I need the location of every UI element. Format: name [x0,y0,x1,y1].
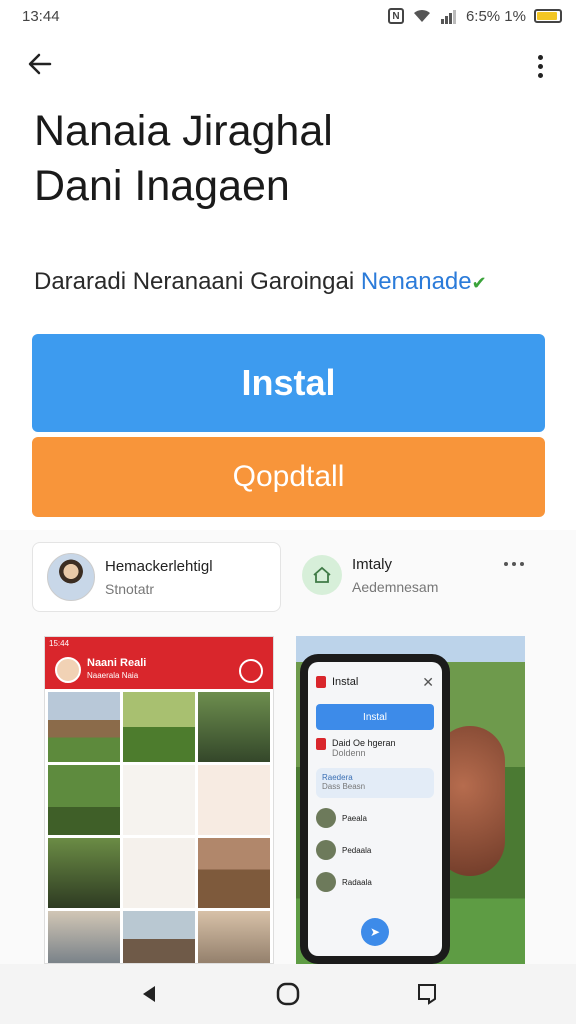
home-icon [302,555,342,595]
mock-list-item: Paeala [316,808,434,828]
arrow-left-icon [28,53,52,75]
photo-tile [48,692,120,762]
phone-mockup: Instal ✕ Instal Daid Oe hgeran Doldenn R… [300,654,450,964]
screenshot-title: Naani Reali [87,657,147,669]
nav-recents-button[interactable] [407,974,447,1014]
mock-header: Instal [332,676,359,688]
app-logo-icon [316,738,326,750]
photo-tile [198,765,270,835]
screenshot-time: 15:44 [49,639,70,648]
avatar [316,808,336,828]
mock-list-label: Paeala [342,813,367,823]
status-icons: N 6:5% 1% [387,7,562,25]
mock-highlight-title: Raedera [322,773,353,782]
developer-name: Dararadi Neranaani Garoingai [34,268,355,295]
app-title: Nanaia Jiraghal Dani Inagaen [34,104,554,214]
more-horizontal-icon[interactable] [504,562,524,566]
mock-list-label: Pedaala [342,845,372,855]
app-screenshot-2[interactable]: Instal ✕ Instal Daid Oe hgeran Doldenn R… [296,636,525,964]
install-button[interactable]: Instal [32,334,545,432]
app-screenshot-1[interactable]: 15:44 Naani Reali Naaerala Naia [44,636,274,964]
developer-card-title: Hemackerlehtigl [105,557,213,575]
photo-tile [48,838,120,908]
photo-tile [123,911,195,963]
triangle-back-icon [143,986,156,1002]
app-title-line2: Dani Inagaen [34,162,290,210]
photo-tile [198,911,270,963]
nfc-icon: N [387,8,404,24]
developer-card[interactable]: Hemackerlehtigl Stnotatr [32,542,281,612]
more-dot-icon [537,72,543,78]
photo-tile [198,692,270,762]
photo-tile [123,838,195,908]
screenshot-subtitle: Naaerala Naia [87,671,139,680]
app-bar [0,42,576,88]
status-time: 13:44 [22,7,60,25]
mock-item-sub: Doldenn [332,748,366,758]
mock-list-item: Pedaala [316,840,434,860]
battery-icon [534,9,562,23]
nav-home-button[interactable] [268,974,308,1014]
mock-item-title: Daid Oe hgeran [332,738,396,748]
mock-highlight-sub: Dass Beasn [322,782,366,791]
avatar [47,553,95,601]
photo-tile [123,692,195,762]
more-options-button[interactable] [526,50,554,82]
back-button[interactable] [26,50,62,82]
info-title: Imtaly [352,555,393,573]
mock-list: Paeala Pedaala Radaala [316,808,434,892]
battery-percent: 6:5% 1% [465,7,526,25]
photo-tile [123,765,195,835]
circle-home-icon [276,982,300,1006]
avatar [316,872,336,892]
nav-back-button[interactable] [129,974,169,1014]
avatar [316,840,336,860]
compass-icon: ➤ [361,918,389,946]
secondary-install-button[interactable]: Qopdtall [32,437,545,517]
details-section: Hemackerlehtigl Stnotatr Imtaly Aedemnes… [0,530,576,964]
photo-tile [198,838,270,908]
mock-list-item: Radaala [316,872,434,892]
mock-install-button: Instal [316,704,434,730]
avatar [55,657,81,683]
developer-link[interactable]: Nenanade [361,268,472,295]
more-dot-icon [537,63,543,69]
info-block[interactable]: Imtaly Aedemnesam [302,550,542,600]
mock-list-label: Radaala [342,877,372,887]
close-icon: ✕ [422,673,434,690]
developer-card-subtitle: Stnotatr [105,580,155,597]
screenshot-header: 15:44 Naani Reali Naaerala Naia [45,637,273,689]
system-nav-bar [0,964,576,1024]
share-icon [239,659,263,683]
developer-line: Dararadi Neranaani Garoingai Nenanade✔ [34,268,487,296]
photo-tile [48,911,120,963]
more-dot-icon [537,54,543,60]
info-subtitle: Aedemnesam [352,578,439,595]
signal-icon [440,10,456,24]
status-bar: 13:44 N 6:5% 1% [0,0,576,32]
app-title-line1: Nanaia Jiraghal [34,107,333,155]
photo-tile [48,765,120,835]
wifi-icon [413,9,430,22]
photo-grid [45,689,273,963]
square-recents-icon [417,984,436,1005]
verified-check-icon: ✔ [471,273,487,293]
mock-highlight: Raedera Dass Beasn [316,768,434,798]
app-logo-icon [316,676,326,688]
